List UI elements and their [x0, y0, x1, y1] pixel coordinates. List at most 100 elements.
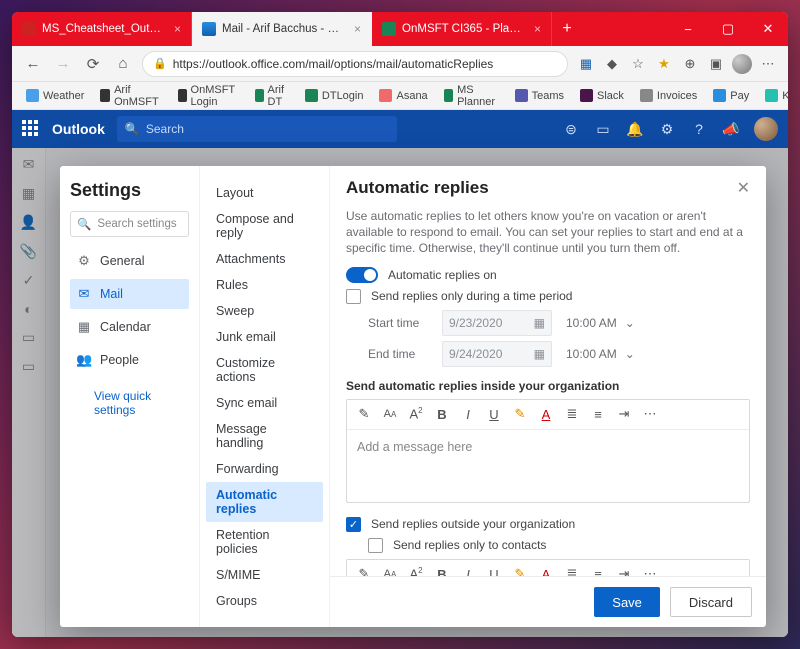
- sub-compose[interactable]: Compose and reply: [206, 206, 323, 246]
- extension2-icon[interactable]: ▣: [706, 54, 726, 74]
- minimize-button[interactable]: −: [668, 12, 708, 46]
- bookmark-item[interactable]: Arif DT: [249, 84, 295, 108]
- sub-retention[interactable]: Retention policies: [206, 522, 323, 562]
- bold-button[interactable]: B: [435, 567, 449, 576]
- close-icon[interactable]: ×: [534, 22, 541, 36]
- refresh-button[interactable]: ⟳: [82, 53, 104, 75]
- bullets-icon[interactable]: ≣: [565, 406, 579, 422]
- bookmark-item[interactable]: OnMSFT Login: [172, 84, 245, 108]
- contacts-only-checkbox[interactable]: [368, 538, 383, 553]
- forward-button[interactable]: →: [52, 53, 74, 75]
- bookmark-item[interactable]: DTLogin: [299, 89, 370, 102]
- settings-search-input[interactable]: 🔍 Search settings: [70, 211, 189, 237]
- calendar-icon[interactable]: ▦: [576, 54, 596, 74]
- sub-junk[interactable]: Junk email: [206, 324, 323, 350]
- teams-icon[interactable]: ▭: [594, 120, 612, 138]
- browser-tab[interactable]: OnMSFT CI365 - Planner ×: [372, 12, 552, 46]
- close-panel-button[interactable]: ✕: [737, 178, 750, 198]
- font-color-icon[interactable]: A: [539, 567, 553, 576]
- favorite-star-icon[interactable]: ☆: [628, 54, 648, 74]
- underline-button[interactable]: U: [487, 567, 501, 576]
- bookmark-item[interactable]: MS Planner: [438, 84, 505, 108]
- sub-sync[interactable]: Sync email: [206, 390, 323, 416]
- sub-handling[interactable]: Message handling: [206, 416, 323, 456]
- back-button[interactable]: ←: [22, 53, 44, 75]
- bookmark-item[interactable]: Kalo: [759, 89, 788, 102]
- outside-org-checkbox[interactable]: ✓: [346, 517, 361, 532]
- bullets-icon[interactable]: ≣: [565, 566, 579, 576]
- bold-button[interactable]: B: [435, 407, 449, 422]
- time-period-checkbox[interactable]: [346, 289, 361, 304]
- sub-forwarding[interactable]: Forwarding: [206, 456, 323, 482]
- sub-layout[interactable]: Layout: [206, 180, 323, 206]
- account-avatar[interactable]: [754, 117, 778, 141]
- category-people[interactable]: 👥People: [70, 345, 189, 375]
- bookmark-item[interactable]: Asana: [373, 89, 433, 102]
- home-button[interactable]: ⌂: [112, 53, 134, 75]
- font-family-icon[interactable]: AA: [383, 408, 397, 420]
- close-icon[interactable]: ×: [354, 22, 361, 36]
- numbering-icon[interactable]: ≡: [591, 567, 605, 576]
- bookmark-item[interactable]: Arif OnMSFT: [94, 84, 168, 108]
- category-calendar[interactable]: ▦Calendar: [70, 312, 189, 342]
- meet-icon[interactable]: ⊜: [562, 120, 580, 138]
- underline-button[interactable]: U: [487, 407, 501, 422]
- more-format-icon[interactable]: ⋯: [643, 566, 657, 576]
- sub-sweep[interactable]: Sweep: [206, 298, 323, 324]
- format-clear-icon[interactable]: ✎: [357, 566, 371, 576]
- font-family-icon[interactable]: AA: [383, 568, 397, 576]
- collections-icon[interactable]: ⊕: [680, 54, 700, 74]
- numbering-icon[interactable]: ≡: [591, 407, 605, 422]
- more-icon[interactable]: ⋯: [758, 54, 778, 74]
- category-mail[interactable]: ✉Mail: [70, 279, 189, 309]
- maximize-button[interactable]: ▢: [708, 12, 748, 46]
- font-color-icon[interactable]: A: [539, 407, 553, 422]
- sub-groups[interactable]: Groups: [206, 588, 323, 614]
- highlight-icon[interactable]: ✎: [513, 566, 527, 576]
- sub-rules[interactable]: Rules: [206, 272, 323, 298]
- browser-tab-active[interactable]: Mail - Arif Bacchus - Outlook ×: [192, 12, 372, 46]
- bookmark-item[interactable]: Teams: [509, 89, 570, 102]
- sub-customize[interactable]: Customize actions: [206, 350, 323, 390]
- notifications-icon[interactable]: 🔔: [626, 120, 644, 138]
- view-quick-settings-link[interactable]: View quick settings: [70, 389, 189, 417]
- italic-button[interactable]: I: [461, 567, 475, 576]
- end-date-input[interactable]: 9/24/2020▦: [442, 341, 552, 367]
- italic-button[interactable]: I: [461, 407, 475, 422]
- suite-search-input[interactable]: 🔍 Search: [117, 116, 397, 142]
- inside-org-textarea[interactable]: Add a message here: [347, 430, 749, 502]
- bookmark-item[interactable]: Invoices: [634, 89, 703, 102]
- browser-tab[interactable]: MS_Cheatsheet_OutlookMailOn… ×: [12, 12, 192, 46]
- indent-icon[interactable]: ⇥: [617, 406, 631, 422]
- start-date-input[interactable]: 9/23/2020▦: [442, 310, 552, 336]
- font-size-icon[interactable]: A2: [409, 566, 423, 576]
- bookmark-item[interactable]: Slack: [574, 89, 630, 102]
- indent-icon[interactable]: ⇥: [617, 566, 631, 576]
- discard-button[interactable]: Discard: [670, 587, 752, 617]
- sub-autoreplies[interactable]: Automatic replies: [206, 482, 323, 522]
- url-input[interactable]: 🔒 https://outlook.office.com/mail/option…: [142, 51, 568, 77]
- highlight-icon[interactable]: ✎: [513, 406, 527, 422]
- new-tab-button[interactable]: +: [552, 12, 582, 46]
- close-window-button[interactable]: ✕: [748, 12, 788, 46]
- save-button[interactable]: Save: [594, 587, 660, 617]
- start-time-picker[interactable]: 10:00 AM⌄: [566, 316, 635, 330]
- autoreplies-toggle[interactable]: [346, 267, 378, 283]
- end-time-picker[interactable]: 10:00 AM⌄: [566, 347, 635, 361]
- more-format-icon[interactable]: ⋯: [643, 406, 657, 422]
- bookmark-item[interactable]: Pay: [707, 89, 755, 102]
- close-icon[interactable]: ×: [174, 22, 181, 36]
- category-general[interactable]: ⚙General: [70, 246, 189, 276]
- announce-icon[interactable]: 📣: [722, 120, 740, 138]
- profile-avatar[interactable]: [732, 54, 752, 74]
- app-launcher-icon[interactable]: [22, 120, 40, 138]
- extension-icon[interactable]: ◆: [602, 54, 622, 74]
- settings-gear-icon[interactable]: ⚙: [658, 120, 676, 138]
- font-size-icon[interactable]: A2: [409, 406, 423, 421]
- favorites-list-icon[interactable]: ★: [654, 54, 674, 74]
- sub-smime[interactable]: S/MIME: [206, 562, 323, 588]
- help-icon[interactable]: ?: [690, 120, 708, 138]
- sub-attachments[interactable]: Attachments: [206, 246, 323, 272]
- format-clear-icon[interactable]: ✎: [357, 406, 371, 422]
- bookmark-item[interactable]: Weather: [20, 89, 90, 102]
